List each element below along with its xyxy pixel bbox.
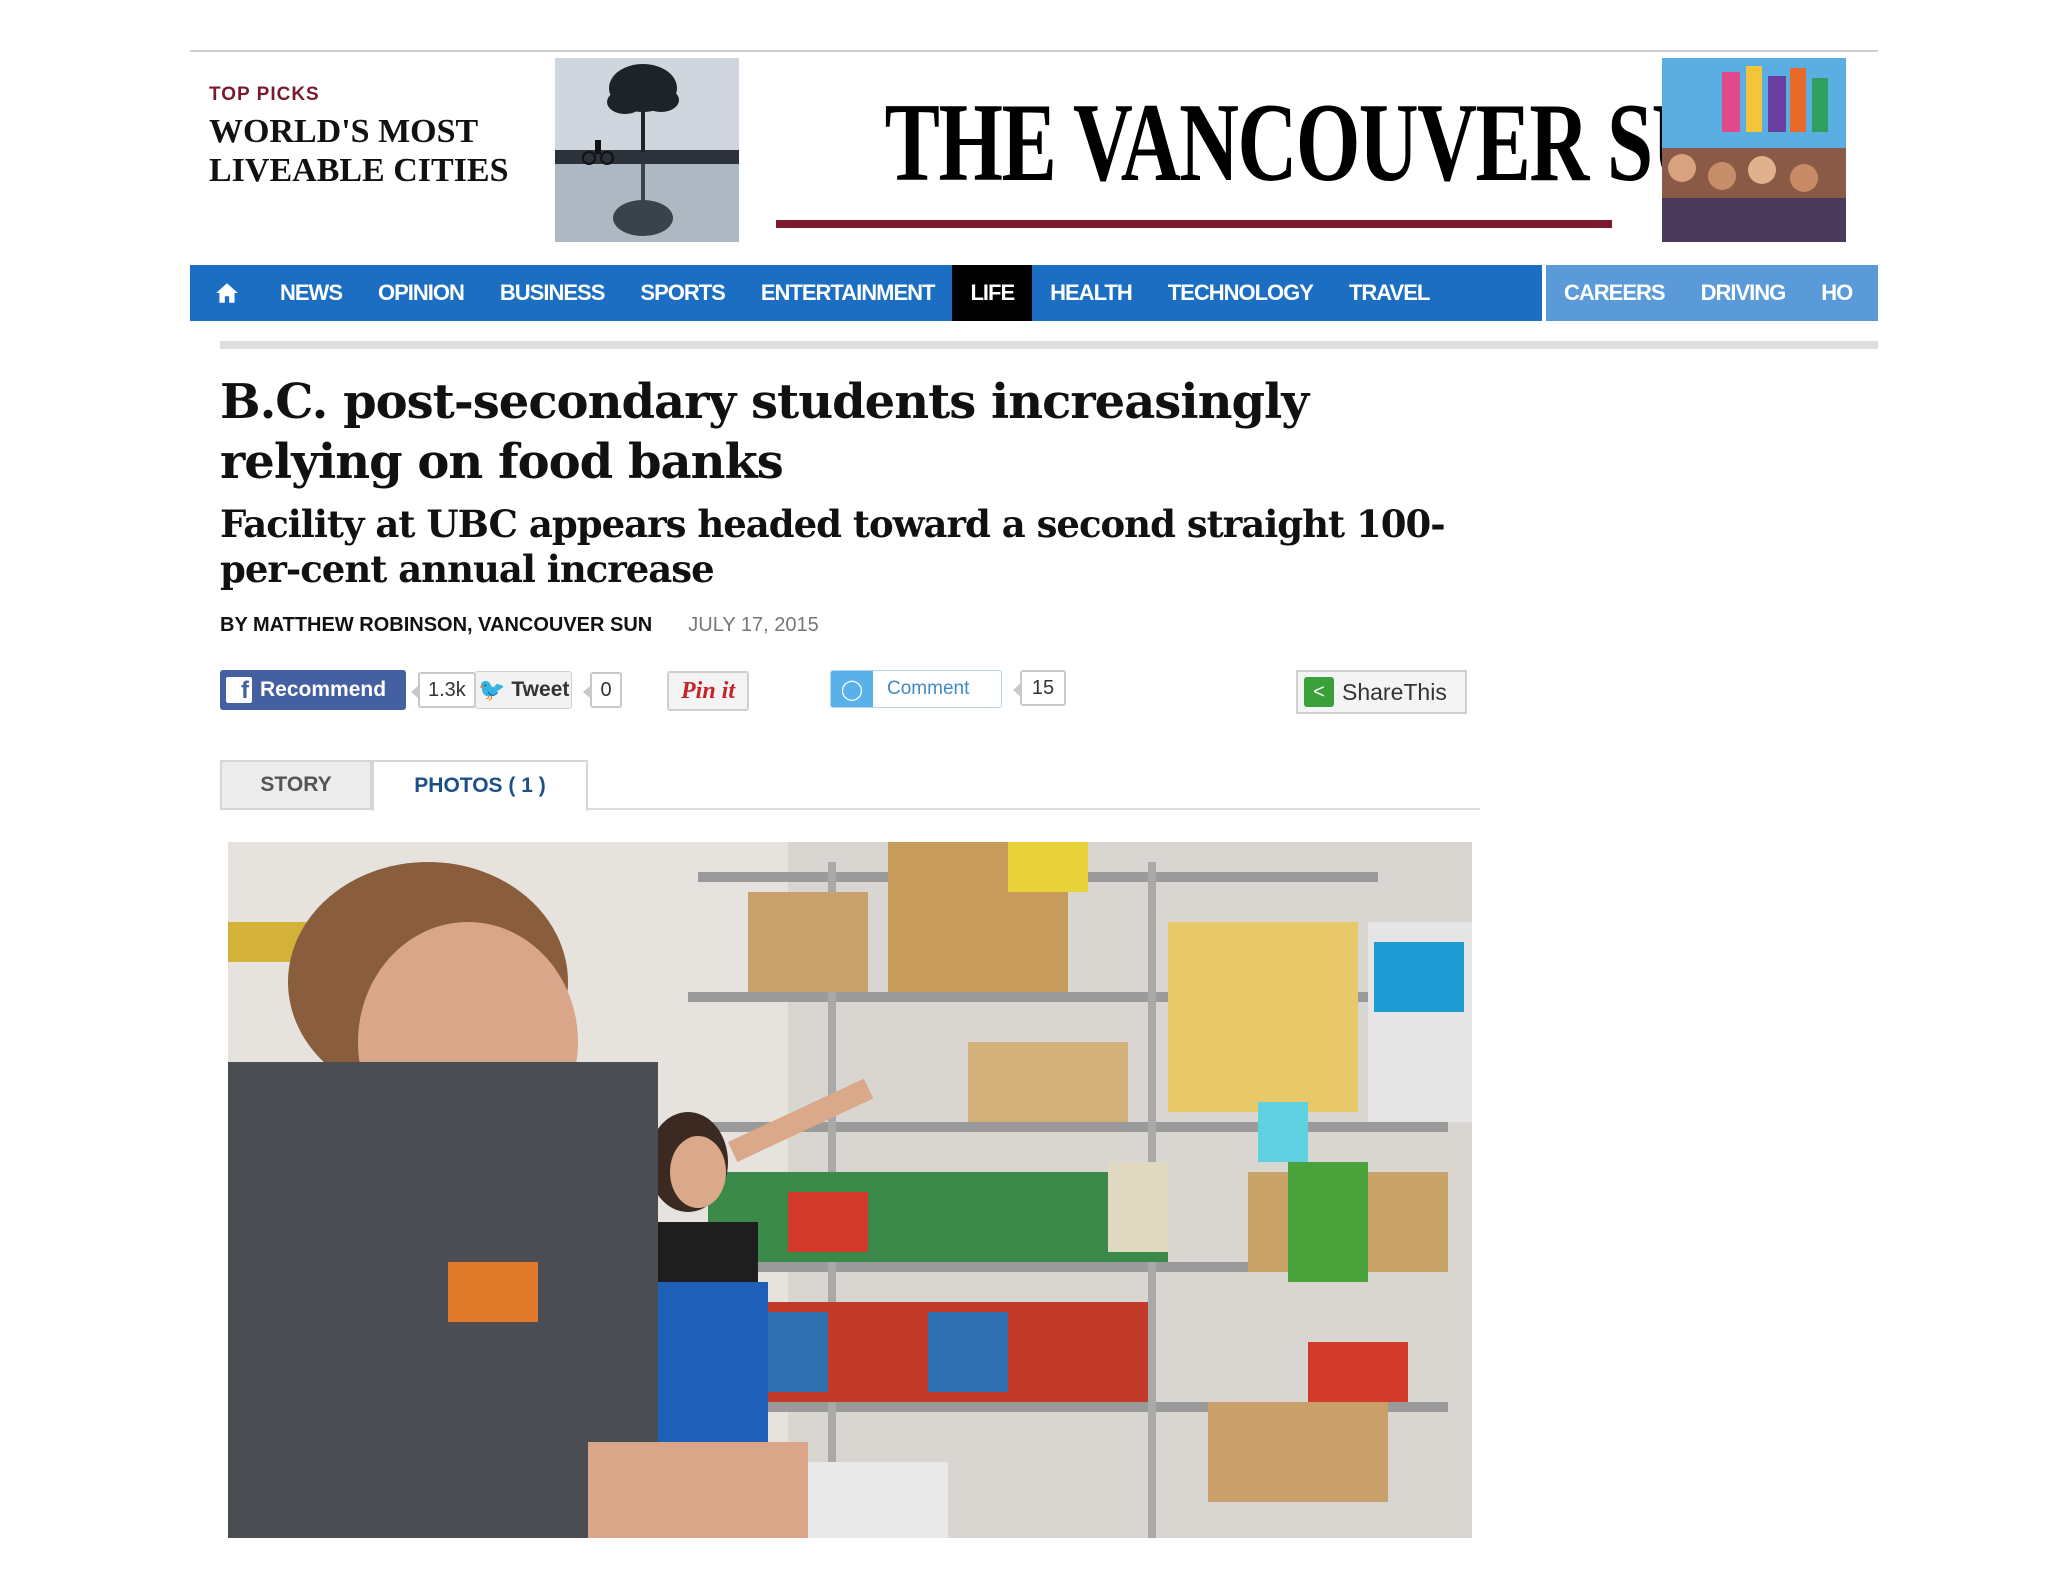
- top-picks-promo[interactable]: TOP PICKS World's Most Liveable Cities: [209, 84, 539, 190]
- tab-story[interactable]: STORY: [220, 760, 372, 810]
- logo-underline: [776, 220, 1612, 228]
- share-icon: <: [1304, 677, 1334, 707]
- article-tabs: STORY PHOTOS ( 1 ): [220, 760, 1480, 812]
- top-picks-kicker: TOP PICKS: [209, 84, 320, 105]
- primary-nav: News Opinion Business Sports Entertainme…: [190, 265, 1542, 321]
- home-icon[interactable]: [190, 265, 262, 321]
- article-headline: B.C. post-secondary students increasingl…: [220, 374, 1309, 490]
- promo-thumbnail-festival[interactable]: [1662, 58, 1846, 242]
- twitter-bird-icon: 🐦: [478, 677, 506, 702]
- share-bar: f Recommend 1.3k 🐦 Tweet 0 Pin it ◯ Comm…: [220, 668, 1468, 714]
- nav-item-technology[interactable]: Technology: [1150, 265, 1331, 321]
- speech-bubble-icon: ◯: [831, 671, 873, 707]
- comment-count: 15: [1013, 670, 1066, 706]
- tweet-label: Tweet: [511, 678, 570, 701]
- site-logo[interactable]: The Vancouver Sun: [776, 78, 1770, 228]
- nav-item-sports[interactable]: Sports: [622, 265, 742, 321]
- sharethis-button[interactable]: < ShareThis: [1296, 670, 1467, 714]
- top-rule: [190, 50, 1878, 52]
- nav-item-homes[interactable]: Ho: [1803, 265, 1870, 321]
- tweet-button[interactable]: 🐦 Tweet: [475, 671, 572, 709]
- section-divider: [220, 341, 1878, 349]
- nav-item-life[interactable]: Life: [952, 265, 1033, 321]
- secondary-nav: Careers Driving Ho: [1546, 265, 1878, 321]
- comment-label: Comment: [887, 678, 970, 699]
- article-subhead: Facility at UBC appears headed toward a …: [220, 502, 1446, 591]
- article-photo[interactable]: [228, 842, 1472, 1538]
- sharethis-label: ShareThis: [1342, 678, 1447, 705]
- nav-item-careers[interactable]: Careers: [1546, 265, 1683, 321]
- byline-author: BY MATTHEW ROBINSON, VANCOUVER SUN: [220, 614, 653, 636]
- comment-button[interactable]: ◯ Comment: [830, 670, 1002, 708]
- promo-thumbnail-cyclist[interactable]: [555, 58, 739, 242]
- facebook-icon: f: [226, 677, 252, 703]
- nav-item-opinion[interactable]: Opinion: [360, 265, 482, 321]
- byline-date: JULY 17, 2015: [688, 614, 819, 636]
- facebook-recommend-button[interactable]: f Recommend: [220, 670, 406, 710]
- facebook-count: 1.3k: [411, 672, 476, 708]
- nav-item-news[interactable]: News: [262, 265, 360, 321]
- nav-item-travel[interactable]: Travel: [1331, 265, 1447, 321]
- nav-item-health[interactable]: Health: [1032, 265, 1150, 321]
- facebook-recommend-label: Recommend: [260, 678, 387, 701]
- tweet-count: 0: [583, 672, 622, 708]
- tab-photos[interactable]: PHOTOS ( 1 ): [372, 760, 588, 812]
- nav-item-business[interactable]: Business: [482, 265, 622, 321]
- article-byline: BY MATTHEW ROBINSON, VANCOUVER SUN JULY …: [220, 614, 819, 637]
- nav-item-entertainment[interactable]: Entertainment: [743, 265, 953, 321]
- main-nav: News Opinion Business Sports Entertainme…: [190, 265, 1878, 321]
- logo-wordmark: The Vancouver Sun: [884, 81, 1770, 205]
- nav-item-driving[interactable]: Driving: [1683, 265, 1804, 321]
- pinterest-pin-button[interactable]: Pin it: [667, 671, 749, 711]
- top-picks-title[interactable]: World's Most Liveable Cities: [209, 112, 539, 190]
